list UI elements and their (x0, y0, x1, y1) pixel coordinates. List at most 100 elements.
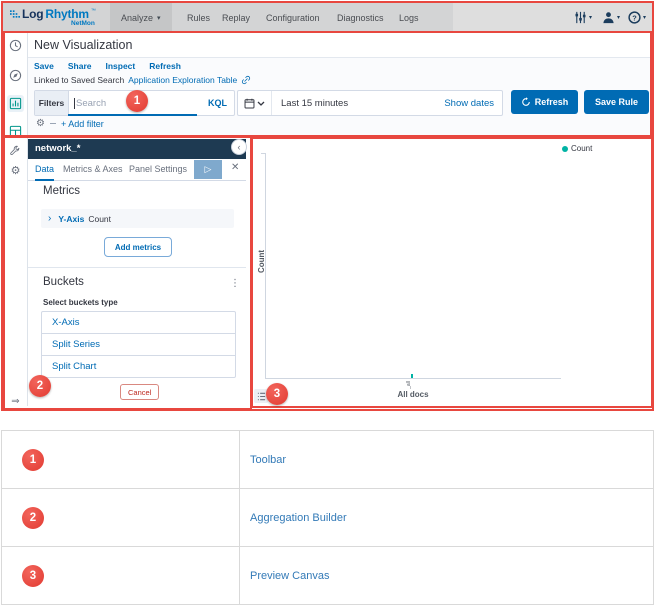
nav-item-analyze[interactable]: Analyze ▾ (110, 2, 172, 33)
cancel-button[interactable]: Cancel (120, 384, 159, 400)
table-label-preview-canvas: Preview Canvas (240, 547, 653, 604)
index-pattern-header: network_* (28, 139, 246, 159)
caret-down-icon: ▾ (589, 14, 592, 21)
search-placeholder: Search (76, 98, 106, 109)
legend-color-dot (562, 146, 568, 152)
refresh-button[interactable]: Refresh (511, 90, 578, 114)
tab-data[interactable]: Data (35, 159, 54, 181)
inspect-link[interactable]: Inspect (105, 61, 135, 71)
chevron-right-icon: › (48, 213, 51, 224)
caret-down-icon: ▾ (643, 14, 646, 21)
bucket-option-x-axis[interactable]: X-Axis (42, 312, 235, 334)
table-badge-3: 3 (22, 565, 44, 587)
chevron-down-icon (257, 101, 265, 106)
add-filter-link[interactable]: + Add filter (61, 119, 104, 129)
brand-log: Log (22, 7, 43, 21)
chart-legend[interactable]: Count (562, 144, 592, 153)
bucket-option-split-series[interactable]: Split Series (42, 334, 235, 356)
share-link[interactable]: Share (68, 61, 92, 71)
x-axis-line (265, 378, 561, 379)
text-cursor (74, 98, 75, 109)
wrench-icon[interactable] (8, 143, 23, 158)
filter-settings-gear-icon[interactable]: ⚙ (36, 118, 45, 129)
calendar-icon (244, 98, 255, 109)
nav-item-configuration[interactable]: Configuration (266, 2, 320, 33)
filters-button[interactable]: Filters (35, 91, 69, 115)
nav-item-rules[interactable]: Rules (187, 2, 210, 33)
annotation-badge-3: 3 (266, 383, 288, 405)
settings-sliders-menu[interactable]: ▾ (574, 2, 592, 33)
help-menu[interactable]: ? ▾ (628, 2, 646, 33)
linked-saved-search-link[interactable]: Application Exploration Table (128, 75, 237, 85)
unlink-icon[interactable] (241, 75, 251, 85)
visualize-chart-icon[interactable] (7, 95, 24, 112)
linked-prefix: Linked to Saved Search (34, 75, 124, 85)
screenshot-root: LogRhythm™ NetMon Analyze ▾ Rules Replay… (0, 0, 655, 607)
brand-product: NetMon (10, 20, 96, 27)
time-range-value[interactable]: Last 15 minutes (281, 98, 444, 109)
y-axis-tick (261, 153, 265, 154)
user-menu[interactable]: ▾ (602, 2, 620, 33)
search-focus-underline (68, 114, 197, 116)
annotation-table: 1 Toolbar 2 Aggregation Builder 3 Previe… (1, 430, 654, 605)
refresh-link[interactable]: Refresh (149, 61, 181, 71)
caret-down-icon: ▾ (617, 14, 620, 21)
table-badge-1: 1 (22, 449, 44, 471)
table-badge-2: 2 (22, 507, 44, 529)
nav-item-diagnostics[interactable]: Diagnostics (337, 2, 384, 33)
table-row: 3 Preview Canvas (2, 547, 653, 605)
metric-row-yaxis-count[interactable]: › Y-Axis Count (41, 209, 234, 228)
nav-item-logs[interactable]: Logs (399, 2, 419, 33)
x-axis-title: All docs (353, 390, 473, 399)
dashboard-icon[interactable] (8, 124, 23, 139)
sliders-icon (574, 11, 587, 24)
page-title: New Visualization (34, 33, 651, 57)
top-nav: LogRhythm™ NetMon Analyze ▾ Rules Replay… (2, 2, 653, 33)
filter-separator (50, 123, 56, 124)
help-icon: ? (628, 11, 641, 24)
nav-right-background (453, 2, 653, 33)
metric-agg-label: Count (88, 214, 111, 224)
refresh-icon (521, 97, 531, 107)
nav-item-replay[interactable]: Replay (222, 2, 250, 33)
table-row: 2 Aggregation Builder (2, 489, 653, 547)
apply-changes-button[interactable]: ▷ (194, 160, 222, 179)
tab-panel-settings[interactable]: Panel Settings (129, 159, 187, 179)
discard-close-button[interactable]: ✕ (231, 162, 239, 173)
buckets-heading: Buckets (43, 276, 84, 288)
toolbar-area: Save Share Inspect Refresh Linked to Sav… (28, 58, 651, 135)
discover-compass-icon[interactable] (8, 68, 23, 83)
brand-trademark: ™ (91, 8, 96, 14)
editor-tabs: Data Metrics & Axes Panel Settings ▷ ✕ (28, 159, 246, 181)
play-icon: ▷ (205, 164, 212, 175)
brand-rhythm: Rhythm (45, 7, 88, 21)
save-rule-button[interactable]: Save Rule (584, 90, 649, 114)
expand-sidebar-icon[interactable]: ⇒ (8, 394, 23, 409)
annotation-badge-2: 2 (29, 375, 51, 397)
tab-metrics-axes[interactable]: Metrics & Axes (63, 159, 123, 179)
table-row: 1 Toolbar (2, 431, 653, 489)
legend-label: Count (571, 144, 592, 153)
kql-button[interactable]: KQL (208, 91, 234, 115)
add-metrics-button[interactable]: Add metrics (104, 237, 172, 257)
gear-icon[interactable]: ⚙ (8, 164, 23, 179)
calendar-dropdown-button[interactable] (238, 91, 272, 115)
y-axis-line (265, 153, 266, 379)
bucket-option-split-chart[interactable]: Split Chart (42, 356, 235, 377)
list-icon (257, 392, 266, 401)
caret-down-icon: ▾ (157, 14, 161, 22)
annotation-badge-1: 1 (126, 90, 148, 112)
collapse-editor-button[interactable]: ‹ (231, 139, 247, 155)
kebab-menu-icon[interactable]: ⋮ (230, 278, 240, 289)
logrhythm-logo: LogRhythm™ NetMon (10, 7, 96, 27)
recent-clock-icon[interactable] (8, 38, 23, 53)
section-divider (28, 267, 246, 268)
preview-canvas: Count Count _all All docs (253, 139, 649, 404)
x-tick-label: _all (406, 381, 412, 389)
save-link[interactable]: Save (34, 61, 54, 71)
user-icon (602, 11, 615, 24)
logrhythm-mark-icon (10, 9, 20, 20)
show-dates-link[interactable]: Show dates (444, 98, 494, 109)
close-icon: ✕ (231, 162, 239, 173)
metrics-heading: Metrics (43, 185, 80, 197)
